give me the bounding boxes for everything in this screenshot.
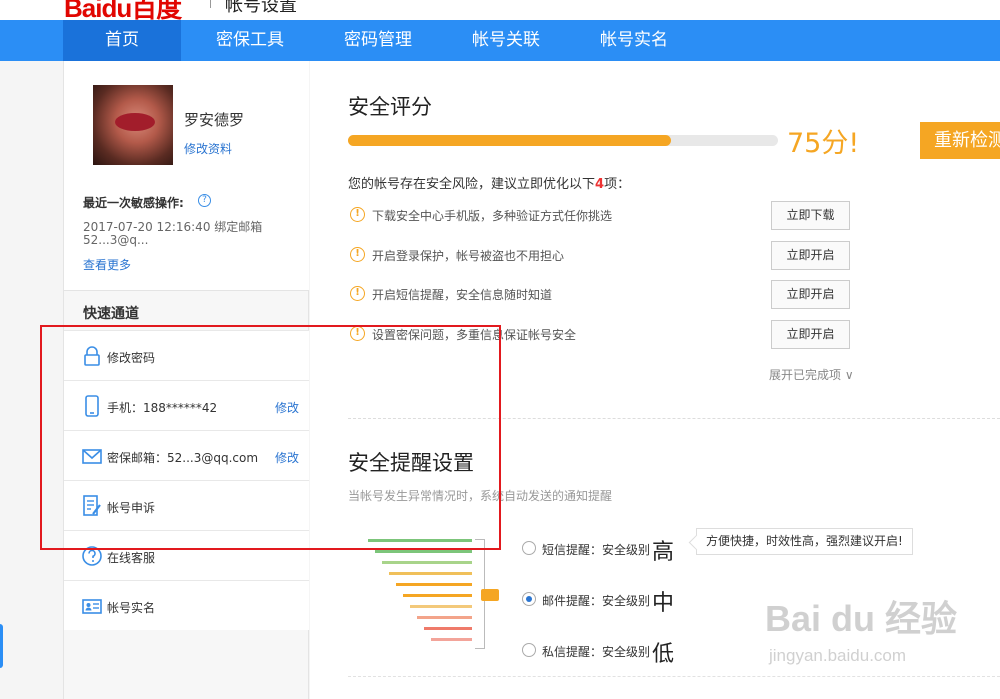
level-line xyxy=(396,583,472,586)
quick-item-label: 修改密码 xyxy=(107,351,156,365)
main-nav: 首页 密保工具 密码管理 帐号关联 帐号实名 xyxy=(0,20,1000,61)
nav-item-account-link[interactable]: 帐号关联 xyxy=(447,20,565,61)
level-line xyxy=(368,539,472,542)
quick-item-phone[interactable]: 手机：188******42 修改 xyxy=(64,380,309,430)
risk-item-label: 下载安全中心手机版，多种验证方式任你挑选 xyxy=(372,209,613,223)
recent-op-email: 52...3@q... xyxy=(83,233,149,247)
quick-item-label: 帐号实名 xyxy=(107,601,156,615)
nav-item-home[interactable]: 首页 xyxy=(63,20,181,61)
risk-item: ! 设置密保问题，多重信息保证帐号安全 立即开启 xyxy=(348,320,858,350)
warning-icon: ! xyxy=(350,326,365,341)
quick-item-label: 在线客服 xyxy=(107,551,156,565)
header-title: 帐号设置 xyxy=(225,0,297,16)
option-label: 邮件提醒：安全级别 xyxy=(542,594,651,608)
username: 罗安德罗 xyxy=(184,111,245,129)
warning-icon: ! xyxy=(350,247,365,262)
quick-item-real-name[interactable]: 帐号实名 xyxy=(64,580,309,630)
baidu-logo[interactable]: Baidu百度 xyxy=(64,0,182,20)
top-header: Baidu百度 帐号设置 xyxy=(0,0,1000,20)
bottom-divider xyxy=(348,676,1000,677)
quick-item-email[interactable]: 密保邮箱：52...3@qq.com 修改 xyxy=(64,430,309,480)
level-pointer xyxy=(481,589,499,601)
level-line xyxy=(389,572,472,575)
option-level: 高 xyxy=(652,540,675,565)
recommend-tooltip: 方便快捷，时效性高，强烈建议开启! xyxy=(696,528,913,555)
watermark-main: Bai du 经验 xyxy=(765,598,958,639)
help-icon[interactable]: ? xyxy=(198,194,211,207)
reminder-settings-title: 安全提醒设置 xyxy=(348,451,474,475)
quick-item-label: 帐号申诉 xyxy=(107,501,156,515)
level-line xyxy=(410,605,472,608)
expand-completed-link[interactable]: 展开已完成项 ∨ xyxy=(769,366,854,383)
level-line xyxy=(382,561,472,564)
edit-profile-link[interactable]: 修改资料 xyxy=(184,140,232,157)
level-line xyxy=(431,638,472,641)
level-line xyxy=(417,616,472,619)
edit-email-link[interactable]: 修改 xyxy=(275,449,299,466)
profile-card: 罗安德罗 修改资料 最近一次敏感操作: ? 2017-07-20 12:16:4… xyxy=(64,61,309,290)
quick-item-appeal[interactable]: 帐号申诉 xyxy=(64,480,309,530)
risk-summary: 您的帐号存在安全风险，建议立即优化以下4项： xyxy=(348,173,630,192)
risk-item-label: 开启登录保护，帐号被盗也不用担心 xyxy=(372,249,565,263)
nav-item-security-tools[interactable]: 密保工具 xyxy=(181,20,319,61)
download-now-button[interactable]: 立即下载 xyxy=(771,201,850,230)
option-level: 低 xyxy=(652,642,675,667)
nav-item-real-name[interactable]: 帐号实名 xyxy=(575,20,693,61)
risk-item-label: 设置密保问题，多重信息保证帐号安全 xyxy=(372,328,577,342)
recheck-button[interactable]: 重新检测 xyxy=(920,122,1000,159)
appeal-icon xyxy=(83,495,101,516)
mail-icon xyxy=(82,449,102,464)
help-circle-icon xyxy=(82,546,102,566)
edit-phone-link[interactable]: 修改 xyxy=(275,399,299,416)
risk-item: ! 开启登录保护，帐号被盗也不用担心 立即开启 xyxy=(348,241,858,271)
enable-sms-alert-button[interactable]: 立即开启 xyxy=(771,280,850,309)
recent-op-title: 最近一次敏感操作: xyxy=(83,196,184,210)
header-divider xyxy=(210,0,211,8)
risk-item-label: 开启短信提醒，安全信息随时知道 xyxy=(372,288,553,302)
option-level: 中 xyxy=(652,591,675,616)
email-reminder-radio[interactable] xyxy=(522,592,536,606)
watermark-url: jingyan.baidu.com xyxy=(769,646,907,665)
enable-login-protection-button[interactable]: 立即开启 xyxy=(771,241,850,270)
quick-item-change-password[interactable]: 修改密码 xyxy=(64,330,309,380)
level-line xyxy=(375,550,472,553)
message-reminder-radio[interactable] xyxy=(522,643,536,657)
option-label: 短信提醒：安全级别 xyxy=(542,543,651,557)
sidebar: 罗安德罗 修改资料 最近一次敏感操作: ? 2017-07-20 12:16:4… xyxy=(63,61,309,699)
warning-icon: ! xyxy=(350,286,365,301)
risk-item: ! 开启短信提醒，安全信息随时知道 立即开启 xyxy=(348,280,858,310)
risk-item: ! 下载安全中心手机版，多种验证方式任你挑选 立即下载 xyxy=(348,201,858,231)
quick-item-label: 手机：188******42 xyxy=(107,401,218,415)
id-card-icon xyxy=(82,599,102,614)
quick-item-label: 密保邮箱：52...3@qq.com xyxy=(107,451,259,465)
risk-prefix: 您的帐号存在安全风险，建议立即优化以下 xyxy=(348,177,596,192)
warning-icon: ! xyxy=(350,207,365,222)
avatar[interactable] xyxy=(93,85,173,165)
level-line xyxy=(424,627,472,630)
quick-access-header: 快速通道 xyxy=(64,290,309,330)
phone-icon xyxy=(85,395,99,417)
see-more-link[interactable]: 查看更多 xyxy=(83,256,131,273)
nav-item-password[interactable]: 密码管理 xyxy=(319,20,437,61)
score-progress-fill xyxy=(348,135,671,146)
score-progress-bar xyxy=(348,135,778,146)
option-label: 私信提醒：安全级别 xyxy=(542,645,651,659)
score-value: 75分! xyxy=(787,128,860,159)
quick-item-support[interactable]: 在线客服 xyxy=(64,530,309,580)
security-score-title: 安全评分 xyxy=(348,95,432,119)
level-line xyxy=(403,594,472,597)
lock-icon xyxy=(84,346,100,366)
risk-count: 4 xyxy=(595,177,605,192)
reminder-settings-subtitle: 当帐号发生异常情况时，系统自动发送的通知提醒 xyxy=(348,489,613,503)
side-float-tab[interactable] xyxy=(0,624,3,668)
section-divider xyxy=(348,418,1000,419)
quick-access-title: 快速通道 xyxy=(83,306,139,322)
set-security-question-button[interactable]: 立即开启 xyxy=(771,320,850,349)
sms-reminder-radio[interactable] xyxy=(522,541,536,555)
avatar-image-detail xyxy=(115,113,155,131)
risk-suffix: 项： xyxy=(604,177,631,192)
